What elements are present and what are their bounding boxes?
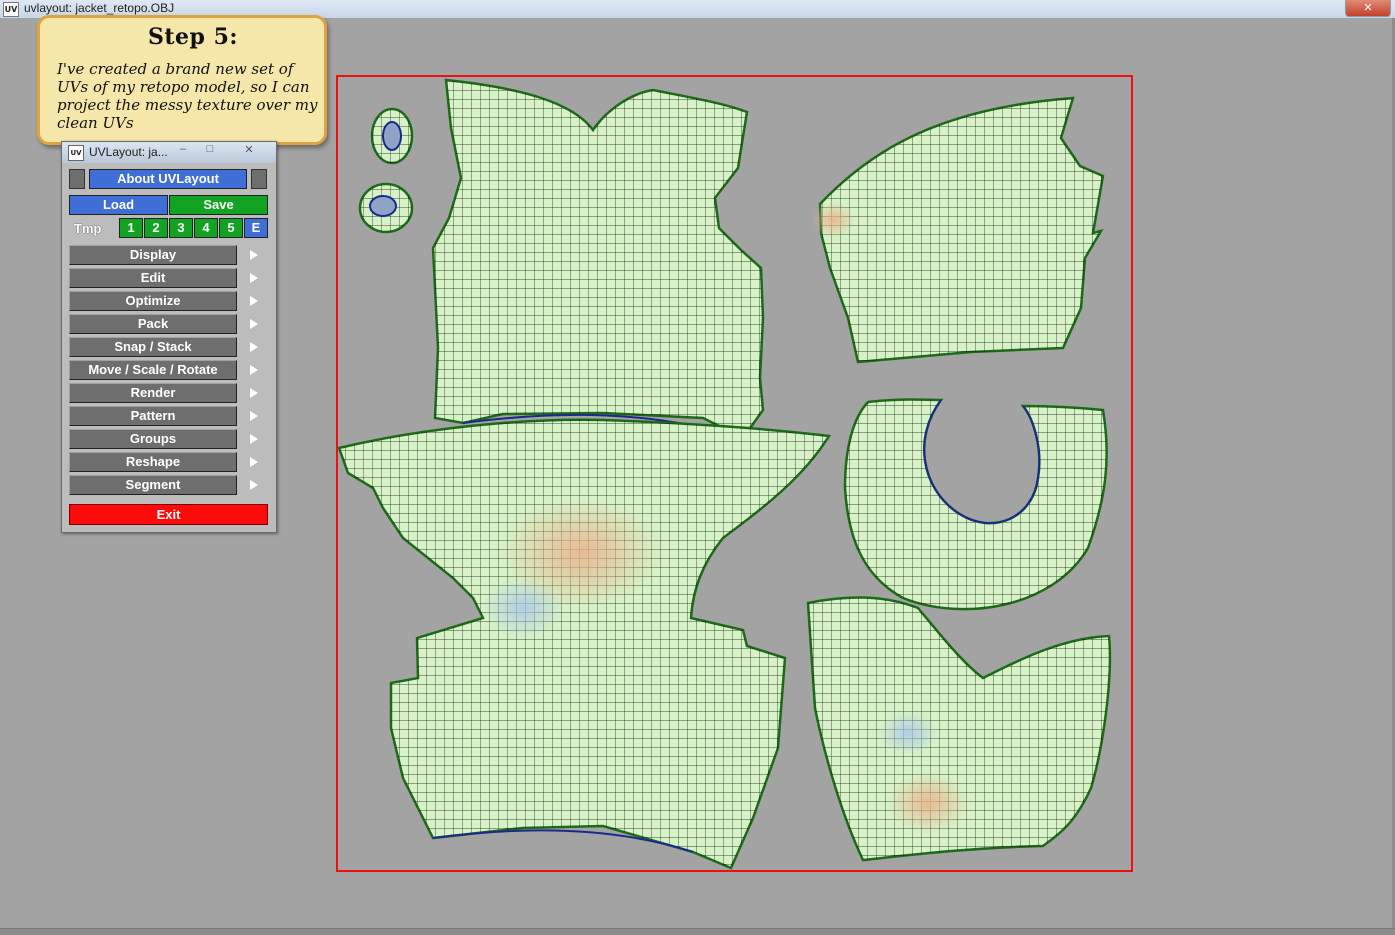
callout-text: I've created a brand new set of UVs of m… bbox=[57, 60, 318, 132]
uv-shell-front-body[interactable] bbox=[337, 418, 832, 870]
tmp-slot-4[interactable]: 4 bbox=[194, 218, 218, 238]
chevron-right-icon[interactable] bbox=[250, 273, 258, 283]
chevron-right-icon[interactable] bbox=[250, 411, 258, 421]
palette-close-button[interactable]: ✕ bbox=[240, 143, 258, 157]
palette-title: UVLayout: ja... bbox=[89, 145, 168, 159]
tmp-slot-5[interactable]: 5 bbox=[219, 218, 243, 238]
tmp-slot-e[interactable]: E bbox=[244, 218, 268, 238]
tutorial-callout: Step 5: I've created a brand new set of … bbox=[37, 15, 327, 145]
uv-shell-cuff-ring[interactable] bbox=[358, 182, 414, 234]
minimize-button[interactable]: – bbox=[174, 143, 192, 157]
menu-pattern[interactable]: Pattern bbox=[69, 406, 237, 426]
uv-app-icon: UV bbox=[68, 145, 84, 161]
chevron-right-icon[interactable] bbox=[250, 480, 258, 490]
exit-button[interactable]: Exit bbox=[69, 504, 268, 525]
about-button[interactable]: About UVLayout bbox=[89, 169, 247, 189]
menu-pack[interactable]: Pack bbox=[69, 314, 237, 334]
menu-move-scale-rotate[interactable]: Move / Scale / Rotate bbox=[69, 360, 237, 380]
menu-render[interactable]: Render bbox=[69, 383, 237, 403]
menu-groups[interactable]: Groups bbox=[69, 429, 237, 449]
uv-shell-cuff-small[interactable] bbox=[370, 107, 414, 165]
menu-optimize[interactable]: Optimize bbox=[69, 291, 237, 311]
callout-heading: Step 5: bbox=[148, 24, 239, 50]
maximize-button[interactable]: □ bbox=[201, 143, 219, 157]
uv-shell-sleeve-bottom[interactable] bbox=[806, 596, 1112, 862]
uvlayout-palette: UV UVLayout: ja... – □ ✕ About UVLayout … bbox=[61, 141, 277, 533]
tmp-slot-2[interactable]: 2 bbox=[144, 218, 168, 238]
uv-app-icon: UV bbox=[3, 2, 19, 17]
chevron-right-icon[interactable] bbox=[250, 388, 258, 398]
load-button[interactable]: Load bbox=[69, 195, 168, 215]
menu-snap-stack[interactable]: Snap / Stack bbox=[69, 337, 237, 357]
chevron-right-icon[interactable] bbox=[250, 342, 258, 352]
menu-reshape[interactable]: Reshape bbox=[69, 452, 237, 472]
status-strip bbox=[0, 928, 1395, 935]
uv-shell-sleeve-top[interactable] bbox=[811, 96, 1105, 364]
tmp-slot-1[interactable]: 1 bbox=[119, 218, 143, 238]
palette-title-bar[interactable]: UV UVLayout: ja... – □ ✕ bbox=[62, 142, 276, 163]
chevron-right-icon[interactable] bbox=[250, 319, 258, 329]
chevron-right-icon[interactable] bbox=[250, 434, 258, 444]
menu-display[interactable]: Display bbox=[69, 245, 237, 265]
chevron-right-icon[interactable] bbox=[250, 457, 258, 467]
close-button[interactable]: ✕ bbox=[1345, 0, 1391, 17]
menu-edit[interactable]: Edit bbox=[69, 268, 237, 288]
window-title: uvlayout: jacket_retopo.OBJ bbox=[24, 1, 175, 15]
chevron-right-icon[interactable] bbox=[250, 250, 258, 260]
save-button[interactable]: Save bbox=[169, 195, 268, 215]
menu-segment[interactable]: Segment bbox=[69, 475, 237, 495]
palette-left-handle[interactable] bbox=[69, 169, 85, 189]
chevron-right-icon[interactable] bbox=[250, 365, 258, 375]
chevron-right-icon[interactable] bbox=[250, 296, 258, 306]
uv-shell-collar[interactable] bbox=[843, 398, 1108, 611]
palette-right-handle[interactable] bbox=[251, 169, 267, 189]
uv-shell-back[interactable] bbox=[431, 78, 765, 440]
tmp-label: Tmp bbox=[74, 221, 102, 236]
tmp-slot-3[interactable]: 3 bbox=[169, 218, 193, 238]
